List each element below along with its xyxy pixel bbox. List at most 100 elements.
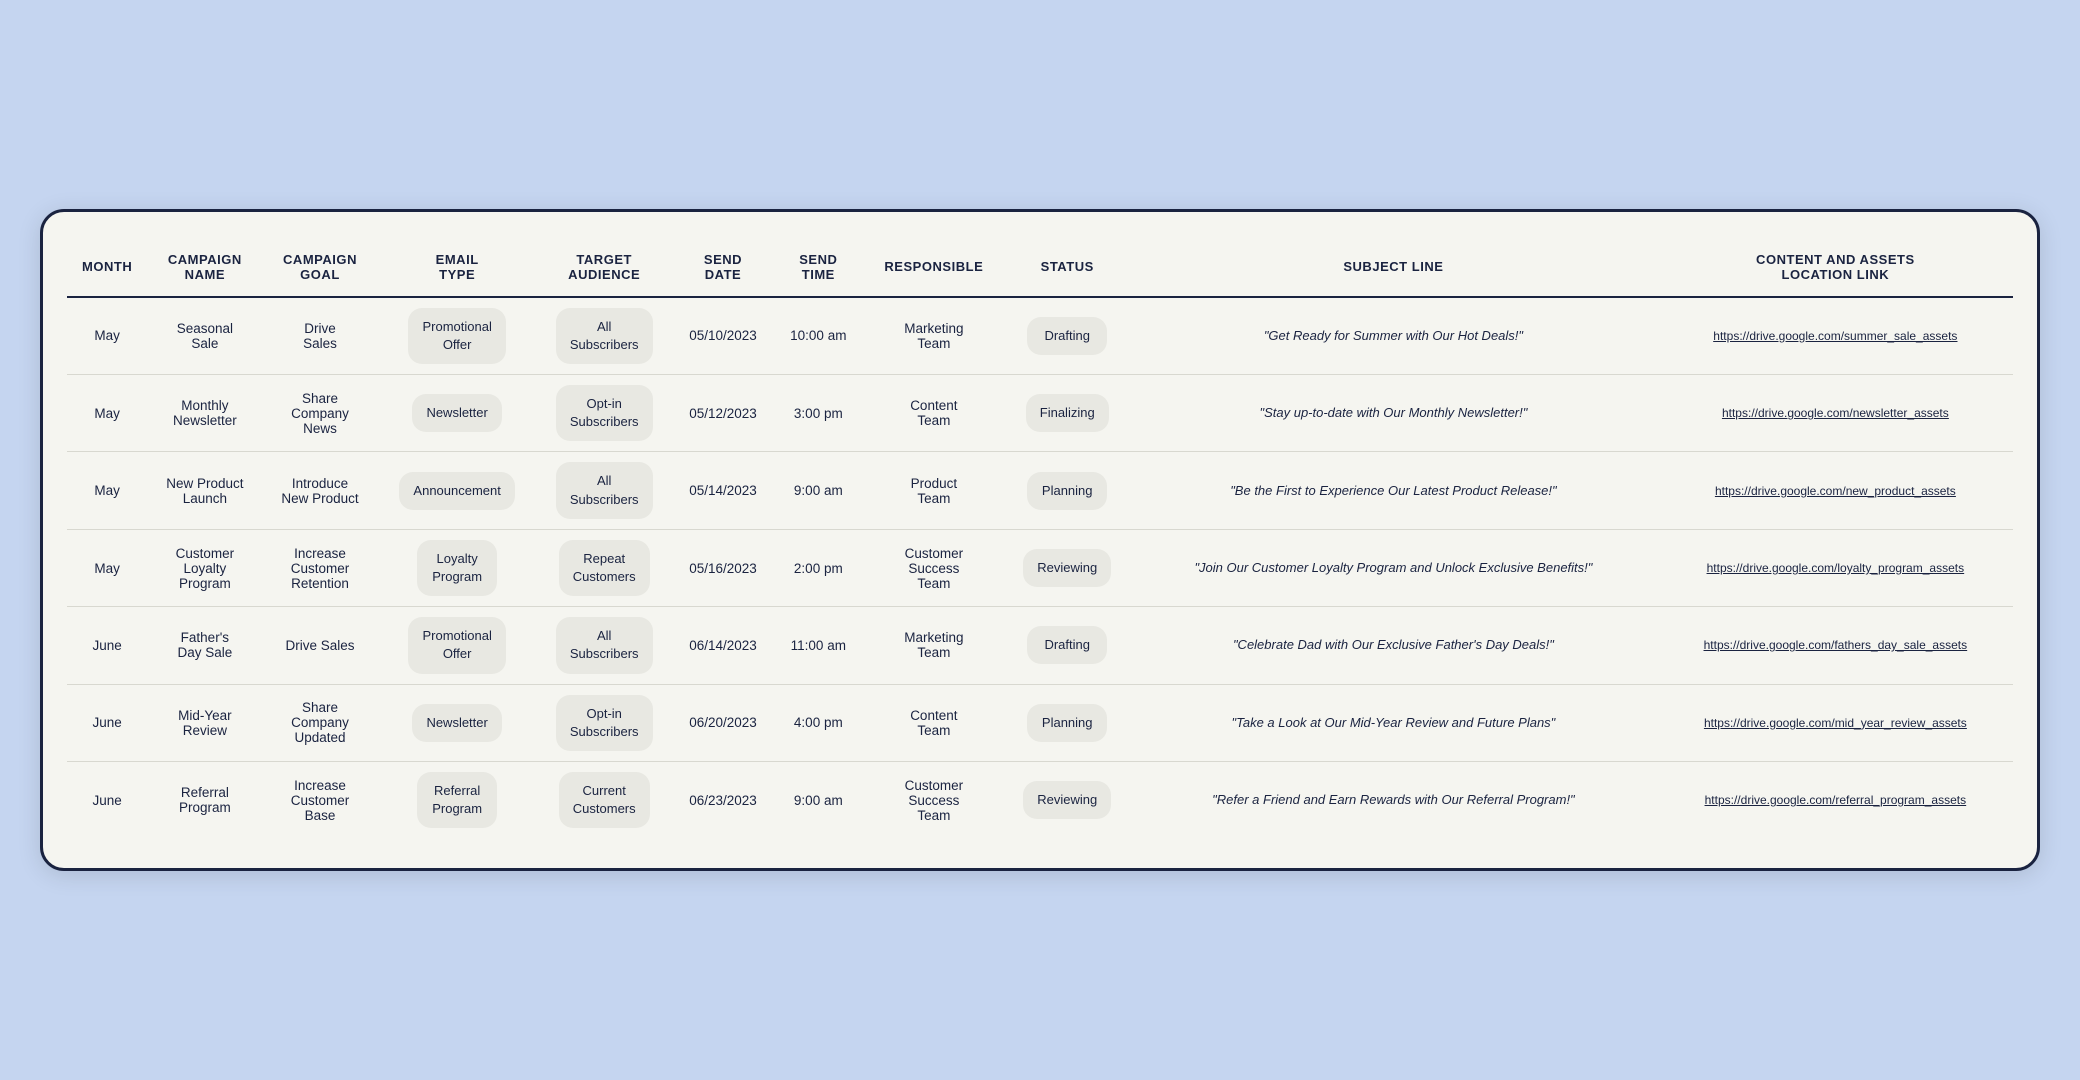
cell-target-audience: Repeat Customers	[537, 530, 672, 607]
cell-target-audience: All Subscribers	[537, 452, 672, 529]
cell-subject-line: "Stay up-to-date with Our Monthly Newsle…	[1129, 375, 1658, 452]
content-link-anchor[interactable]: https://drive.google.com/loyalty_program…	[1707, 561, 1964, 575]
cell-campaign-goal: Drive Sales	[262, 607, 377, 684]
cell-send-time: 2:00 pm	[774, 530, 862, 607]
table-row: MaySeasonal SaleDrive Sales Promotional O…	[67, 298, 2013, 375]
content-link-anchor[interactable]: https://drive.google.com/new_product_ass…	[1715, 484, 1956, 498]
table-row: MayCustomer Loyalty ProgramIncrease Cust…	[67, 530, 2013, 607]
content-link-anchor[interactable]: https://drive.google.com/mid_year_review…	[1704, 716, 1967, 730]
col-month: MONTH	[67, 242, 147, 298]
cell-content-link: https://drive.google.com/mid_year_review…	[1658, 685, 2013, 762]
cell-subject-line: "Join Our Customer Loyalty Program and U…	[1129, 530, 1658, 607]
pill-status: Finalizing	[1026, 394, 1109, 432]
content-link-anchor[interactable]: https://drive.google.com/summer_sale_ass…	[1713, 329, 1957, 343]
pill-status: Drafting	[1027, 626, 1107, 664]
pill-email-type: Loyalty Program	[417, 540, 497, 596]
cell-status: Finalizing	[1005, 375, 1129, 452]
pill-status: Reviewing	[1023, 781, 1111, 819]
table-row: MayMonthly NewsletterShare Company NewsN…	[67, 375, 2013, 452]
col-subject-line: SUBJECT LINE	[1129, 242, 1658, 298]
main-card: MONTH CAMPAIGNNAME CAMPAIGNGOAL EMAILTYP…	[40, 209, 2040, 872]
cell-responsible: Content Team	[862, 685, 1005, 762]
header-row: MONTH CAMPAIGNNAME CAMPAIGNGOAL EMAILTYP…	[67, 242, 2013, 298]
cell-campaign-goal: Introduce New Product	[262, 452, 377, 529]
cell-send-date: 05/12/2023	[672, 375, 775, 452]
cell-month: May	[67, 298, 147, 375]
pill-email-type: Newsletter	[412, 394, 501, 432]
cell-campaign-goal: Drive Sales	[262, 298, 377, 375]
col-target-audience: TARGETAUDIENCE	[537, 242, 672, 298]
pill-target-audience: Opt-in Subscribers	[556, 695, 653, 751]
cell-send-date: 06/23/2023	[672, 762, 775, 838]
cell-month: June	[67, 607, 147, 684]
cell-campaign-name: Seasonal Sale	[147, 298, 262, 375]
cell-responsible: Customer Success Team	[862, 762, 1005, 838]
cell-send-date: 06/14/2023	[672, 607, 775, 684]
cell-target-audience: Opt-in Subscribers	[537, 375, 672, 452]
cell-responsible: Marketing Team	[862, 298, 1005, 375]
col-email-type: EMAILTYPE	[378, 242, 537, 298]
pill-email-type: Promotional Offer	[408, 617, 505, 673]
col-campaign-goal: CAMPAIGNGOAL	[262, 242, 377, 298]
pill-email-type: Announcement	[399, 472, 514, 510]
cell-status: Reviewing	[1005, 530, 1129, 607]
cell-campaign-goal: Share Company News	[262, 375, 377, 452]
pill-status: Reviewing	[1023, 549, 1111, 587]
pill-target-audience: Repeat Customers	[559, 540, 650, 596]
cell-target-audience: All Subscribers	[537, 298, 672, 375]
cell-month: May	[67, 452, 147, 529]
col-status: STATUS	[1005, 242, 1129, 298]
pill-target-audience: All Subscribers	[556, 462, 653, 518]
cell-subject-line: "Refer a Friend and Earn Rewards with Ou…	[1129, 762, 1658, 838]
cell-content-link: https://drive.google.com/referral_progra…	[1658, 762, 2013, 838]
cell-status: Drafting	[1005, 298, 1129, 375]
content-link-anchor[interactable]: https://drive.google.com/fathers_day_sal…	[1704, 638, 1967, 652]
cell-target-audience: All Subscribers	[537, 607, 672, 684]
pill-email-type: Promotional Offer	[408, 308, 505, 364]
table-row: JuneFather's Day SaleDrive Sales Promotio…	[67, 607, 2013, 684]
cell-send-date: 05/16/2023	[672, 530, 775, 607]
campaign-table: MONTH CAMPAIGNNAME CAMPAIGNGOAL EMAILTYP…	[67, 242, 2013, 839]
pill-target-audience: Current Customers	[559, 772, 650, 828]
col-content-link: CONTENT AND ASSETSLOCATION LINK	[1658, 242, 2013, 298]
table-row: JuneMid-Year ReviewShare Company Updated…	[67, 685, 2013, 762]
cell-campaign-goal: Share Company Updated	[262, 685, 377, 762]
cell-content-link: https://drive.google.com/summer_sale_ass…	[1658, 298, 2013, 375]
cell-month: May	[67, 530, 147, 607]
cell-email-type: Promotional Offer	[378, 298, 537, 375]
cell-content-link: https://drive.google.com/new_product_ass…	[1658, 452, 2013, 529]
cell-send-date: 06/20/2023	[672, 685, 775, 762]
cell-campaign-name: Customer Loyalty Program	[147, 530, 262, 607]
cell-send-date: 05/14/2023	[672, 452, 775, 529]
cell-email-type: Announcement	[378, 452, 537, 529]
cell-month: June	[67, 762, 147, 838]
cell-target-audience: Opt-in Subscribers	[537, 685, 672, 762]
cell-content-link: https://drive.google.com/loyalty_program…	[1658, 530, 2013, 607]
content-link-anchor[interactable]: https://drive.google.com/newsletter_asse…	[1722, 406, 1949, 420]
cell-email-type: Referral Program	[378, 762, 537, 838]
pill-target-audience: All Subscribers	[556, 617, 653, 673]
cell-campaign-name: Father's Day Sale	[147, 607, 262, 684]
cell-subject-line: "Take a Look at Our Mid-Year Review and …	[1129, 685, 1658, 762]
cell-campaign-name: Monthly Newsletter	[147, 375, 262, 452]
cell-send-time: 9:00 am	[774, 452, 862, 529]
pill-target-audience: Opt-in Subscribers	[556, 385, 653, 441]
cell-responsible: Customer Success Team	[862, 530, 1005, 607]
cell-status: Planning	[1005, 452, 1129, 529]
cell-send-time: 9:00 am	[774, 762, 862, 838]
pill-status: Planning	[1027, 704, 1107, 742]
cell-subject-line: "Be the First to Experience Our Latest P…	[1129, 452, 1658, 529]
cell-email-type: Newsletter	[378, 685, 537, 762]
cell-email-type: Loyalty Program	[378, 530, 537, 607]
pill-target-audience: All Subscribers	[556, 308, 653, 364]
cell-responsible: Marketing Team	[862, 607, 1005, 684]
cell-responsible: Product Team	[862, 452, 1005, 529]
cell-status: Reviewing	[1005, 762, 1129, 838]
table-row: MayNew Product LaunchIntroduce New Produ…	[67, 452, 2013, 529]
col-send-date: SENDDATE	[672, 242, 775, 298]
cell-send-time: 3:00 pm	[774, 375, 862, 452]
cell-campaign-goal: Increase Customer Base	[262, 762, 377, 838]
pill-status: Drafting	[1027, 317, 1107, 355]
content-link-anchor[interactable]: https://drive.google.com/referral_progra…	[1705, 793, 1966, 807]
col-campaign-name: CAMPAIGNNAME	[147, 242, 262, 298]
